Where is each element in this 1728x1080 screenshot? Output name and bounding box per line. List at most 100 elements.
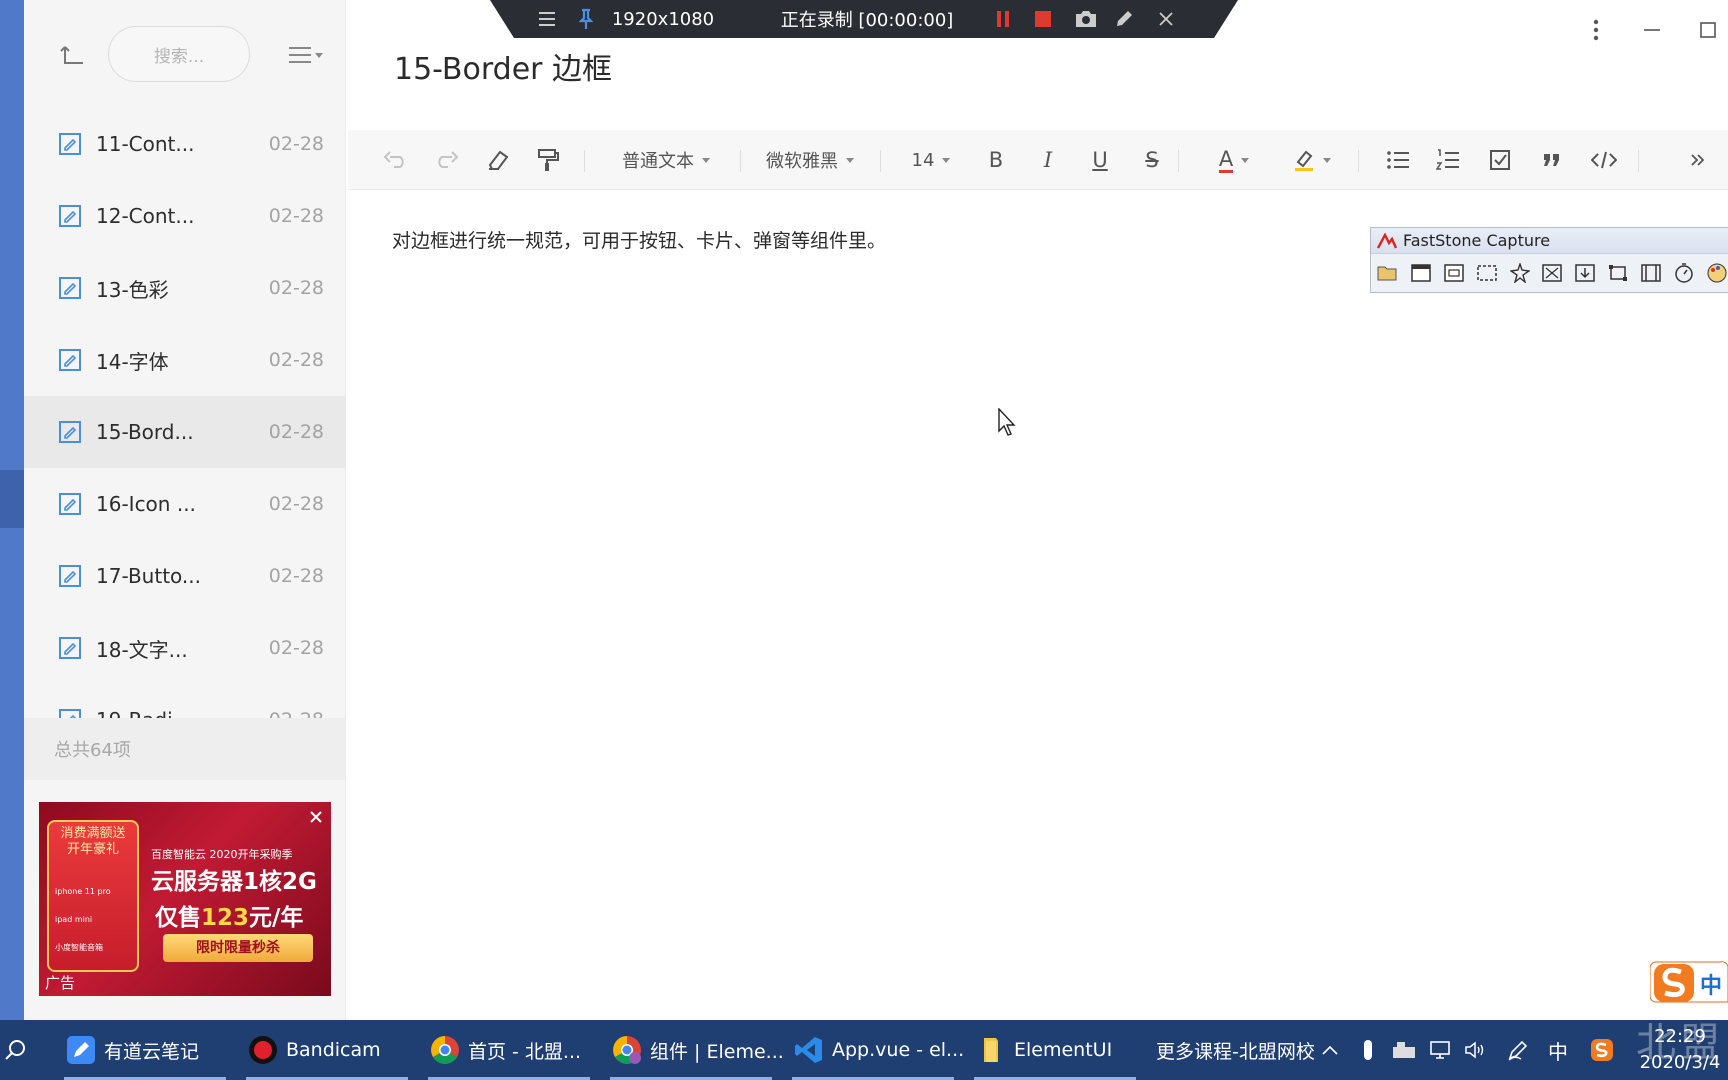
toolbar-divider: [1178, 150, 1179, 172]
taskbar-app-youdao-note[interactable]: 有道云笔记: [64, 1020, 226, 1080]
color-picker-button[interactable]: [1705, 261, 1728, 285]
checklist-button[interactable]: [1480, 130, 1520, 190]
note-list-item[interactable]: 11-Cont... 02-28: [24, 108, 346, 180]
taskbar-app-label: 有道云笔记: [104, 1040, 200, 1063]
ad-brand: 百度智能云 2020开年采购季: [151, 848, 293, 861]
note-list-item-active[interactable]: 15-Bord... 02-28: [24, 396, 346, 468]
taskbar-toolbar-link[interactable]: 更多课程-北盟网校: [1156, 1020, 1315, 1080]
recorder-menu-button[interactable]: [532, 0, 562, 38]
delay-timer-button[interactable]: [1672, 261, 1695, 285]
pause-recording-button[interactable]: [990, 0, 1016, 38]
draw-button[interactable]: [1110, 0, 1138, 38]
note-list-item[interactable]: 16-Icon ... 02-28: [24, 468, 346, 540]
taskbar-clock[interactable]: 22:29 2020/3/4: [1630, 1024, 1728, 1080]
taskbar-app-file-explorer[interactable]: ElementUI: [974, 1020, 1136, 1080]
bullet-list-button[interactable]: [1378, 130, 1418, 190]
recorder-resolution: 1920x1080: [608, 0, 718, 38]
window-capture-icon: [1411, 264, 1431, 282]
tray-network[interactable]: [1426, 1020, 1454, 1080]
note-doc-icon: [59, 421, 81, 443]
redo-button[interactable]: [426, 130, 466, 190]
stop-recording-button[interactable]: [1030, 0, 1056, 38]
note-doc-icon: [59, 565, 81, 587]
toolbar-divider: [1358, 150, 1359, 172]
maximize-button[interactable]: [1690, 14, 1726, 46]
ad-price: 仅售123元/年: [155, 898, 303, 932]
clock-date: 2020/3/4: [1639, 1052, 1721, 1073]
note-list-item[interactable]: 17-Butto... 02-28: [24, 540, 346, 612]
italic-button[interactable]: I: [1028, 130, 1068, 190]
tray-volume[interactable]: [1462, 1020, 1490, 1080]
chevron-down-icon: [942, 157, 951, 163]
taskbar-app-bandicam[interactable]: Bandicam: [246, 1020, 408, 1080]
taskbar-app-label: App.vue - el...: [832, 1039, 965, 1061]
sort-menu-button[interactable]: [282, 38, 330, 72]
close-recorder-button[interactable]: [1154, 0, 1178, 38]
nav-strip-active-block[interactable]: [0, 470, 24, 528]
tray-pen[interactable]: [1504, 1020, 1532, 1080]
bold-button[interactable]: B: [976, 130, 1016, 190]
capture-window-button[interactable]: [1410, 261, 1433, 285]
paragraph-style-select[interactable]: 普通文本: [606, 130, 726, 190]
font-family-select[interactable]: 微软雅黑: [754, 130, 866, 190]
more-options-button[interactable]: [1578, 14, 1614, 46]
chevron-down-icon: [1241, 157, 1250, 163]
format-painter-button[interactable]: [528, 130, 568, 190]
taskbar-app-chrome-element[interactable]: 组件 | Eleme...: [610, 1020, 784, 1080]
ime-status-badge[interactable]: 中: [1649, 958, 1728, 1006]
capture-freehand-button[interactable]: [1508, 261, 1531, 285]
tray-drive[interactable]: [1390, 1020, 1418, 1080]
ad-banner[interactable]: 消费满额送 开年豪礼 iphone 11 pro ipad mini 小度智能音…: [39, 802, 331, 996]
note-count-label: 总共64项: [54, 740, 131, 761]
note-title-heading[interactable]: 15-Border 边框: [394, 44, 612, 88]
ad-close-button[interactable]: [307, 808, 325, 826]
list-sort-icon: [289, 47, 323, 63]
minimize-button[interactable]: [1634, 14, 1670, 46]
note-body-text[interactable]: 对边框进行统一规范，可用于按钮、卡片、弹窗等组件里。: [392, 226, 886, 253]
screen-record-button[interactable]: [1640, 261, 1663, 285]
code-button[interactable]: [1584, 130, 1624, 190]
sidebar-header: 搜索...: [24, 0, 346, 108]
taskbar-app-vscode[interactable]: App.vue - el...: [792, 1020, 964, 1080]
quote-button[interactable]: [1532, 130, 1572, 190]
more-courses-label: 更多课程-北盟网校: [1156, 1040, 1315, 1063]
recorder-pin-button[interactable]: [574, 0, 598, 38]
tray-input-mode[interactable]: 中: [1546, 1020, 1570, 1080]
more-tools-button[interactable]: [1678, 130, 1718, 190]
font-size-select[interactable]: 14: [896, 130, 966, 190]
tray-sogou[interactable]: [1588, 1020, 1616, 1080]
go-up-button[interactable]: [54, 38, 90, 74]
recorder-status: 正在录制 [00:00:00]: [781, 0, 954, 38]
capture-object-button[interactable]: [1443, 261, 1466, 285]
note-title: 16-Icon ...: [96, 492, 196, 516]
capture-region-button[interactable]: [1475, 261, 1498, 285]
search-input[interactable]: 搜索...: [108, 26, 250, 82]
clear-format-button[interactable]: [478, 130, 518, 190]
ad-gift-item: 小度智能音箱: [55, 943, 103, 952]
note-list-item[interactable]: 19-Radi... 02-28: [24, 684, 346, 718]
note-list-item[interactable]: 13-色彩 02-28: [24, 252, 346, 324]
show-hidden-icons-button[interactable]: [1320, 1020, 1340, 1080]
open-file-button[interactable]: [1377, 261, 1400, 285]
numbered-list-button[interactable]: [1428, 130, 1468, 190]
note-list-item[interactable]: 12-Cont... 02-28: [24, 180, 346, 252]
underline-button[interactable]: U: [1080, 130, 1120, 190]
note-list-item[interactable]: 14-字体 02-28: [24, 324, 346, 396]
bandicam-icon: [248, 1035, 278, 1065]
capture-fullscreen-button[interactable]: [1541, 261, 1564, 285]
capture-fixed-region-button[interactable]: [1607, 261, 1630, 285]
italic-icon: I: [1043, 148, 1053, 172]
taskbar-search-button[interactable]: [0, 1020, 30, 1080]
screenshot-button[interactable]: [1072, 0, 1100, 38]
faststone-titlebar[interactable]: FastStone Capture: [1371, 228, 1728, 254]
object-capture-icon: [1444, 264, 1464, 282]
highlight-color-button[interactable]: [1282, 130, 1342, 190]
strikethrough-button[interactable]: S: [1132, 130, 1172, 190]
capture-scrolling-button[interactable]: [1574, 261, 1597, 285]
font-color-button[interactable]: A: [1204, 130, 1264, 190]
taskbar-app-chrome-home[interactable]: 首页 - 北盟...: [428, 1020, 590, 1080]
note-list-item[interactable]: 18-文字... 02-28: [24, 612, 346, 684]
undo-button[interactable]: [376, 130, 416, 190]
eraser-icon: [488, 150, 509, 170]
tray-microphone[interactable]: [1356, 1020, 1380, 1080]
